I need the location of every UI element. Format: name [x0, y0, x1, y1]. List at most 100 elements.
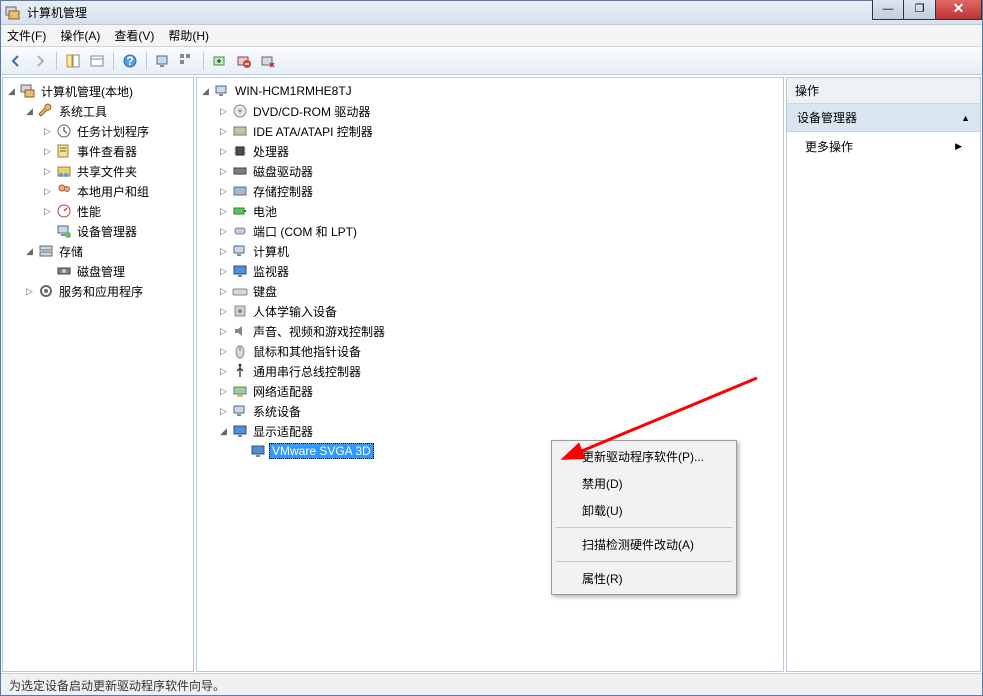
expander-icon[interactable]: ▷: [218, 226, 229, 237]
expander-icon[interactable]: ▷: [218, 286, 229, 297]
device-keyboard[interactable]: ▷ 键盘: [218, 281, 780, 301]
expander-icon[interactable]: ▷: [42, 146, 53, 157]
expander-icon[interactable]: ▷: [218, 106, 229, 117]
tree-label: 磁盘管理: [75, 263, 127, 280]
device-battery[interactable]: ▷电池: [218, 201, 780, 221]
tree-node-services[interactable]: ▷ 服务和应用程序: [24, 281, 190, 301]
expander-icon[interactable]: ▷: [24, 286, 35, 297]
update-driver-button[interactable]: [209, 50, 231, 72]
actions-more-link[interactable]: 更多操作 ▶: [787, 132, 980, 161]
expander-icon[interactable]: ▷: [218, 166, 229, 177]
back-button[interactable]: [5, 50, 27, 72]
device-usb[interactable]: ▷通用串行总线控制器: [218, 361, 780, 381]
computer-mgmt-icon: [20, 83, 36, 99]
expander-icon[interactable]: ▷: [218, 186, 229, 197]
expander-icon[interactable]: ◢: [200, 86, 211, 97]
tree-node-local-users[interactable]: ▷本地用户和组: [42, 181, 190, 201]
menu-scan-hardware[interactable]: 扫描检测硬件改动(A): [554, 531, 734, 558]
monitor-icon: [232, 263, 248, 279]
help-button[interactable]: ?: [119, 50, 141, 72]
tree-view-button[interactable]: [176, 50, 198, 72]
tree-node-root[interactable]: ◢ 计算机管理(本地): [6, 81, 190, 101]
device-hid[interactable]: ▷ 人体学输入设备: [218, 301, 780, 321]
expander-icon[interactable]: ▷: [218, 146, 229, 157]
device-tree[interactable]: ◢ WIN-HCM1RMHE8TJ ▷DVD/CD-ROM 驱动器 ▷IDE A…: [200, 81, 780, 461]
expander-icon[interactable]: ◢: [6, 86, 17, 97]
device-sound[interactable]: ▷声音、视频和游戏控制器: [218, 321, 780, 341]
menu-action[interactable]: 操作(A): [60, 27, 100, 44]
device-ide[interactable]: ▷IDE ATA/ATAPI 控制器: [218, 121, 780, 141]
expander-icon[interactable]: ▷: [218, 206, 229, 217]
tree-node-event-viewer[interactable]: ▷事件查看器: [42, 141, 190, 161]
event-log-icon: [56, 143, 72, 159]
tree-label: 处理器: [251, 143, 291, 160]
expander-icon[interactable]: ◢: [218, 426, 229, 437]
expander-icon[interactable]: ▷: [218, 246, 229, 257]
tree-node-performance[interactable]: ▷性能: [42, 201, 190, 221]
expander-icon[interactable]: ▷: [42, 166, 53, 177]
expander-icon[interactable]: ▷: [218, 386, 229, 397]
tree-label: 人体学输入设备: [251, 303, 339, 320]
expander-icon[interactable]: ▷: [42, 186, 53, 197]
tree-node-system-tools[interactable]: ◢ 系统工具: [24, 101, 190, 121]
menu-update-driver[interactable]: 更新驱动程序软件(P)...: [554, 443, 734, 470]
expander-icon[interactable]: ▷: [218, 126, 229, 137]
tree-node-storage[interactable]: ◢ 存储: [24, 241, 190, 261]
app-icon: [5, 5, 21, 21]
forward-button[interactable]: [29, 50, 51, 72]
menu-uninstall[interactable]: 卸载(U): [554, 497, 734, 524]
window-title: 计算机管理: [27, 4, 87, 21]
expander-icon[interactable]: ▷: [218, 406, 229, 417]
minimize-button[interactable]: —: [872, 0, 904, 20]
device-sysdev[interactable]: ▷系统设备: [218, 401, 780, 421]
device-ports[interactable]: ▷端口 (COM 和 LPT): [218, 221, 780, 241]
close-button[interactable]: ✕: [936, 0, 982, 20]
expander-icon[interactable]: ◢: [24, 246, 35, 257]
tree-label: 计算机: [251, 243, 291, 260]
expander-icon[interactable]: ▷: [218, 326, 229, 337]
device-display[interactable]: ◢ 显示适配器: [218, 421, 780, 441]
disable-device-button[interactable]: [233, 50, 255, 72]
expander-icon[interactable]: ▷: [42, 126, 53, 137]
status-text: 为选定设备启动更新驱动程序软件向导。: [9, 679, 225, 693]
expander-icon[interactable]: ▷: [42, 206, 53, 217]
device-mouse[interactable]: ▷鼠标和其他指针设备: [218, 341, 780, 361]
device-monitor[interactable]: ▷监视器: [218, 261, 780, 281]
tree-node-disk-mgmt[interactable]: 磁盘管理: [42, 261, 190, 281]
maximize-button[interactable]: ❐: [904, 0, 936, 20]
tree-label: 键盘: [251, 283, 279, 300]
menu-file[interactable]: 文件(F): [7, 27, 46, 44]
uninstall-device-button[interactable]: [257, 50, 279, 72]
statusbar: 为选定设备启动更新驱动程序软件向导。: [1, 673, 982, 695]
menu-help[interactable]: 帮助(H): [168, 27, 209, 44]
tree-node-device-manager[interactable]: 设备管理器: [42, 221, 190, 241]
device-disk[interactable]: ▷磁盘驱动器: [218, 161, 780, 181]
menu-properties[interactable]: 属性(R): [554, 565, 734, 592]
tree-label: 存储: [57, 243, 85, 260]
device-cpu[interactable]: ▷ 处理器: [218, 141, 780, 161]
expander-icon[interactable]: ▷: [218, 366, 229, 377]
device-storage-ctrl[interactable]: ▷存储控制器: [218, 181, 780, 201]
tree-node-task-scheduler[interactable]: ▷任务计划程序: [42, 121, 190, 141]
device-icon-button[interactable]: [152, 50, 174, 72]
display-adapter-icon: [232, 423, 248, 439]
properties-button[interactable]: [86, 50, 108, 72]
actions-section[interactable]: 设备管理器 ▲: [787, 104, 980, 132]
tree-node-shared-folders[interactable]: ▷共享文件夹: [42, 161, 190, 181]
expander-icon[interactable]: ▷: [218, 266, 229, 277]
expander-icon[interactable]: ▷: [218, 346, 229, 357]
expander-icon[interactable]: ◢: [24, 106, 35, 117]
expander-icon[interactable]: ▷: [218, 306, 229, 317]
device-network[interactable]: ▷网络适配器: [218, 381, 780, 401]
menu-view[interactable]: 查看(V): [114, 27, 154, 44]
sound-icon: [232, 323, 248, 339]
tree-label: 系统工具: [57, 103, 109, 120]
device-root[interactable]: ◢ WIN-HCM1RMHE8TJ: [200, 81, 780, 101]
menu-disable[interactable]: 禁用(D): [554, 470, 734, 497]
management-tree[interactable]: ◢ 计算机管理(本地) ◢ 系统工具 ▷任务计划程序: [6, 81, 190, 301]
collapse-icon: ▲: [961, 113, 970, 123]
scope-button[interactable]: [62, 50, 84, 72]
device-dvd[interactable]: ▷DVD/CD-ROM 驱动器: [218, 101, 780, 121]
battery-icon: [232, 203, 248, 219]
device-computer[interactable]: ▷ 计算机: [218, 241, 780, 261]
